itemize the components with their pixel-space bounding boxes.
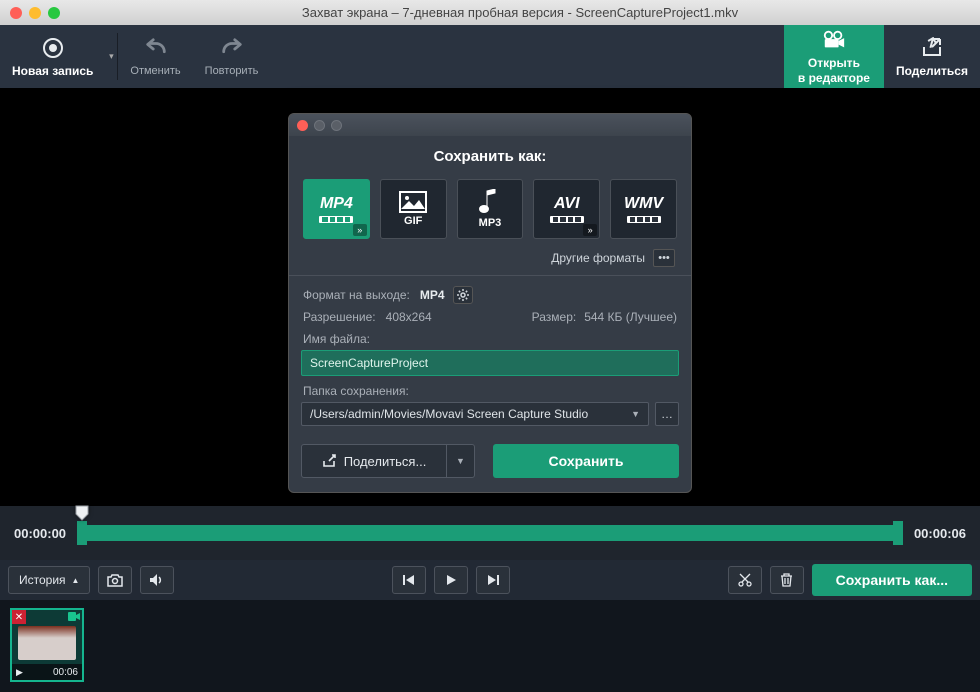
share-split-label: Поделиться... [344, 454, 427, 469]
delete-button[interactable] [770, 566, 804, 594]
redo-button[interactable]: Повторить [193, 25, 271, 88]
save-as-button[interactable]: Сохранить как... [812, 564, 972, 596]
more-icon[interactable]: » [353, 224, 367, 236]
other-formats-button[interactable]: ••• [653, 249, 675, 267]
format-wmv-inner: WMV [624, 195, 663, 223]
size-value-link[interactable]: 544 КБ (Лучшее) [584, 310, 677, 324]
clip-preview [18, 626, 76, 660]
output-format-label: Формат на выходе: [303, 288, 410, 302]
format-avi-inner: AVI [550, 195, 584, 223]
music-note-icon [479, 189, 499, 215]
share-icon [920, 36, 944, 60]
new-recording-dropdown[interactable]: ▾ [105, 25, 117, 88]
undo-label: Отменить [130, 65, 180, 77]
record-icon [41, 36, 65, 60]
skip-back-icon [402, 574, 416, 586]
open-in-editor-button[interactable]: Открытьв редакторе [784, 25, 884, 88]
play-icon: ▶ [16, 667, 23, 678]
size-label: Размер: [532, 310, 577, 324]
zoom-dialog-icon [331, 120, 342, 131]
filename-input[interactable] [301, 350, 679, 376]
play-button[interactable] [434, 566, 468, 594]
scissors-icon [738, 573, 752, 587]
share-icon [322, 454, 336, 468]
timeline-track[interactable] [80, 525, 900, 541]
new-recording-button[interactable]: Новая запись [0, 25, 105, 88]
undo-button[interactable]: Отменить [118, 25, 192, 88]
close-dialog-icon[interactable] [297, 120, 308, 131]
share-split-button[interactable]: Поделиться... ▼ [301, 444, 475, 478]
format-mp4[interactable]: MP4 » [303, 179, 370, 239]
gear-icon [457, 289, 469, 301]
redo-icon [220, 37, 244, 61]
format-list: MP4 » GIF MP3 [301, 179, 679, 239]
dialog-title: Сохранить как: [301, 148, 679, 165]
other-formats-link[interactable]: Другие форматы [551, 251, 645, 265]
save-as-dialog: Сохранить как: MP4 » GIF [288, 113, 692, 493]
play-icon [445, 574, 457, 586]
window-titlebar: Захват экрана – 7-дневная пробная версия… [0, 0, 980, 25]
delete-clip-icon[interactable]: ✕ [12, 610, 26, 624]
output-format-value: MP4 [420, 288, 445, 302]
redo-label: Повторить [205, 65, 259, 77]
share-button[interactable]: Поделиться [884, 25, 980, 88]
format-wmv[interactable]: WMV [610, 179, 677, 239]
format-mp3[interactable]: MP3 [457, 179, 524, 239]
new-recording-label: Новая запись [12, 64, 93, 78]
format-gif[interactable]: GIF [380, 179, 447, 239]
window-title: Захват экрана – 7-дневная пробная версия… [70, 5, 970, 20]
save-button[interactable]: Сохранить [493, 444, 679, 478]
format-mp4-inner: MP4 [319, 195, 353, 223]
open-in-editor-label: Открытьв редакторе [798, 56, 870, 85]
speaker-icon [149, 573, 165, 587]
camera-icon [107, 574, 123, 587]
undo-icon [144, 37, 168, 61]
more-icon[interactable]: » [583, 224, 597, 236]
next-button[interactable] [476, 566, 510, 594]
browse-folder-button[interactable]: … [655, 402, 679, 426]
main-toolbar: Новая запись ▾ Отменить Повторить Открыт… [0, 25, 980, 88]
controls-bar: История ▲ Сохранить как... [0, 560, 980, 600]
zoom-window-icon[interactable] [48, 7, 60, 19]
screenshot-button[interactable] [98, 566, 132, 594]
close-window-icon[interactable] [10, 7, 22, 19]
prev-button[interactable] [392, 566, 426, 594]
volume-button[interactable] [140, 566, 174, 594]
skip-forward-icon [486, 574, 500, 586]
filename-label: Имя файла: [303, 332, 677, 346]
resolution-value: 408x264 [386, 310, 432, 324]
traffic-lights [10, 7, 60, 19]
folder-label: Папка сохранения: [303, 384, 677, 398]
dialog-titlebar[interactable] [289, 114, 691, 136]
chevron-down-icon: ▼ [631, 409, 640, 419]
minimize-window-icon[interactable] [29, 7, 41, 19]
image-icon [399, 191, 427, 213]
format-avi[interactable]: AVI » [533, 179, 600, 239]
resolution-label: Разрешение: [303, 310, 376, 324]
timeline-end: 00:00:06 [914, 526, 966, 541]
format-mp3-inner: MP3 [479, 189, 502, 229]
film-camera-icon [822, 28, 846, 52]
history-dropdown[interactable]: История ▲ [8, 566, 90, 594]
folder-select[interactable]: /Users/admin/Movies/Movavi Screen Captur… [301, 402, 649, 426]
timeline[interactable]: 00:00:00 00:00:06 [0, 506, 980, 560]
timeline-start: 00:00:00 [14, 526, 66, 541]
clip-thumbnails: ✕ ▶ 00:06 [0, 600, 980, 692]
share-label: Поделиться [896, 64, 968, 78]
trash-icon [780, 573, 793, 587]
minimize-dialog-icon [314, 120, 325, 131]
format-gif-inner: GIF [399, 191, 427, 227]
clip-thumbnail[interactable]: ✕ ▶ 00:06 [10, 608, 84, 682]
folder-value: /Users/admin/Movies/Movavi Screen Captur… [310, 407, 588, 421]
video-clip-icon [68, 612, 80, 621]
cut-button[interactable] [728, 566, 762, 594]
clip-duration: 00:06 [53, 667, 78, 678]
history-label: История [19, 573, 66, 587]
share-split-dropdown[interactable]: ▼ [446, 445, 474, 477]
format-settings-button[interactable] [453, 286, 473, 304]
chevron-up-icon: ▲ [72, 576, 80, 585]
playhead[interactable] [75, 505, 89, 521]
